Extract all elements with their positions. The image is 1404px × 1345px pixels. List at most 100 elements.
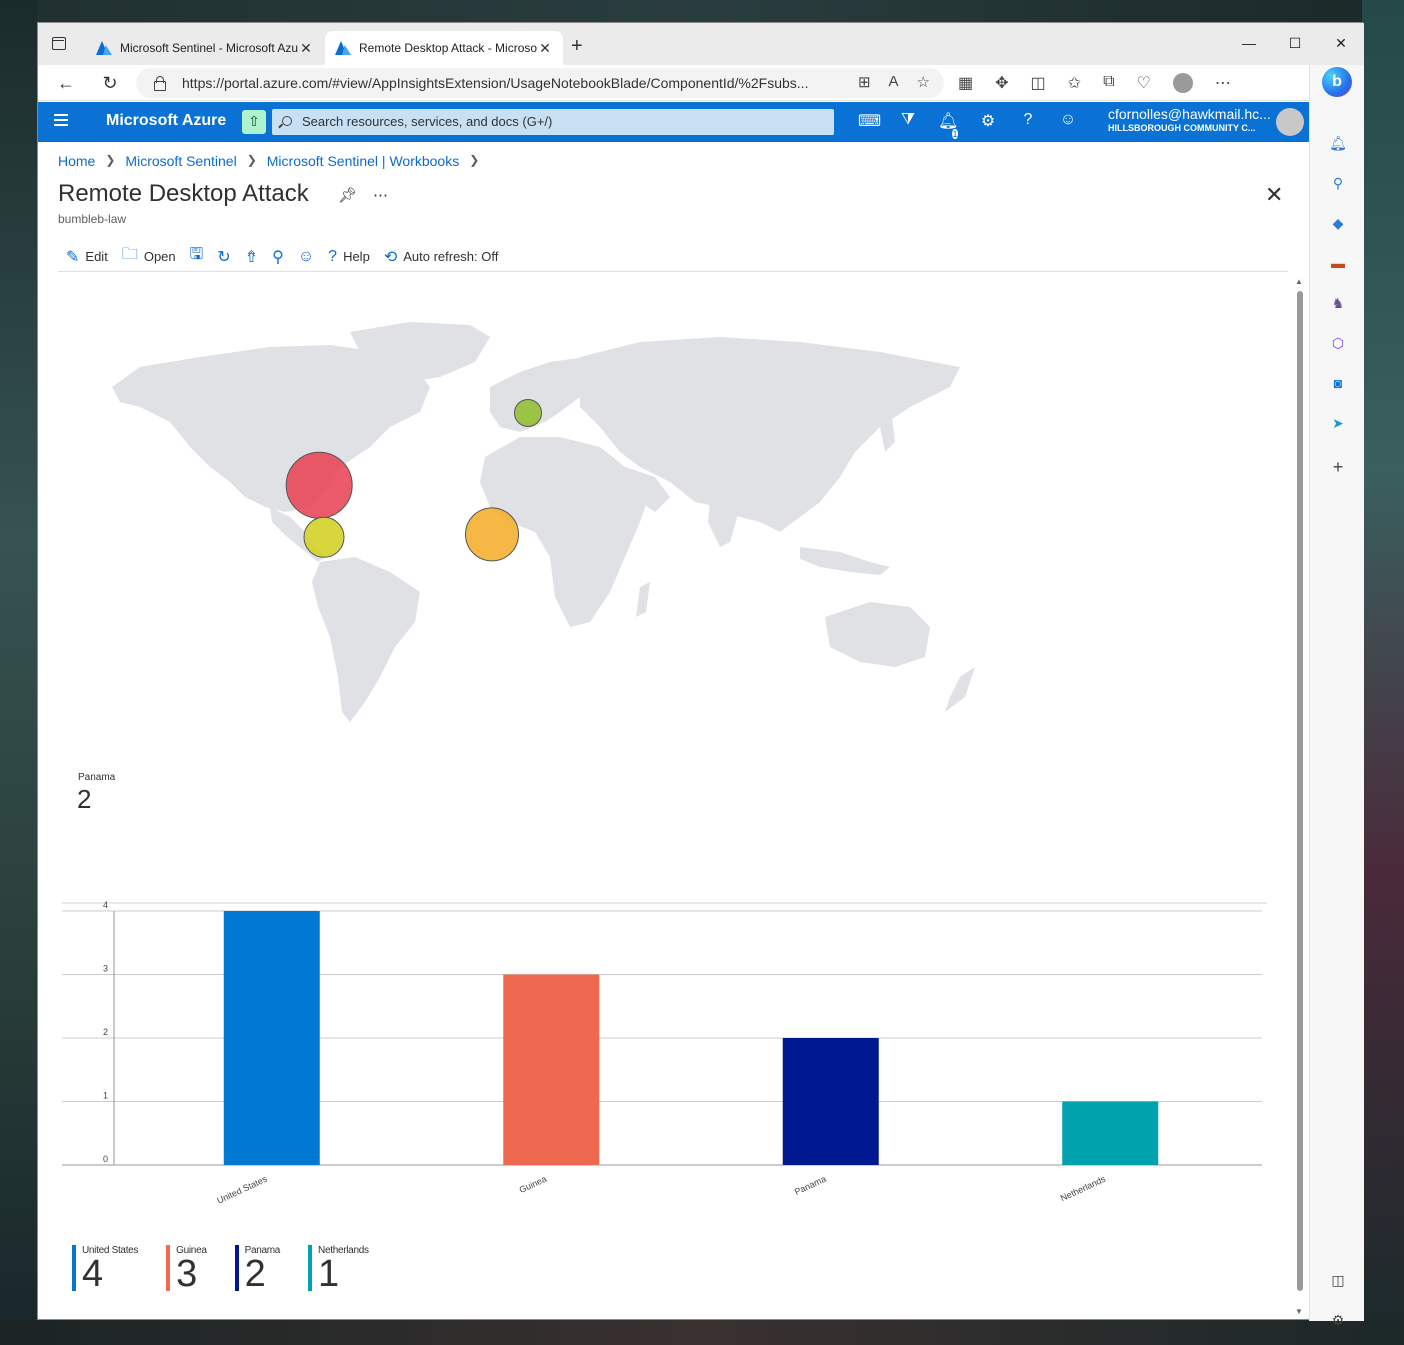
account-info[interactable]: cfornolles@hawkmail.hc... HILLSBOROUGH C…: [1108, 106, 1271, 133]
scroll-up-icon[interactable]: ▲: [1295, 277, 1303, 286]
share-button[interactable]: ⇮: [245, 247, 258, 267]
azure-logo-icon: [96, 41, 112, 55]
favorite-star-icon[interactable]: ☆: [917, 73, 930, 91]
pin-icon[interactable]: 📌︎: [338, 186, 357, 204]
close-tab-icon[interactable]: ✕: [298, 40, 314, 57]
pin-button[interactable]: ⚲: [272, 247, 284, 267]
open-button[interactable]: 🗀 Open: [122, 243, 176, 270]
breadcrumb-sentinel[interactable]: Microsoft Sentinel: [125, 153, 236, 169]
map-bubble-guinea[interactable]: [465, 507, 519, 562]
desktop-wallpaper-top: [0, 0, 1404, 22]
search-icon[interactable]: ⚲: [1328, 173, 1348, 193]
help-label: Help: [343, 249, 370, 264]
map-bubble-netherlands[interactable]: [514, 398, 542, 427]
auto-refresh-button[interactable]: ⟲ Auto refresh: Off: [384, 247, 499, 267]
outlook-icon[interactable]: ◙: [1328, 373, 1348, 393]
games-icon[interactable]: ♞: [1328, 293, 1348, 313]
split-screen-icon[interactable]: ◫: [1031, 73, 1046, 93]
more-options-icon[interactable]: ⋯: [373, 186, 388, 204]
browser-toolbar: ▦ ✥ ◫ ✩ ⧉ ♡ ⋯: [958, 73, 1231, 93]
refresh-button[interactable]: ↻: [217, 247, 230, 267]
bar-guinea[interactable]: [503, 974, 600, 1166]
y-tick-label: 2: [103, 1027, 108, 1037]
desktop-wallpaper-left: [0, 0, 37, 1345]
azure-top-bar: Microsoft Azure ⇧ Search resources, serv…: [38, 102, 1309, 142]
more-menu-icon[interactable]: ⋯: [1215, 73, 1231, 93]
map-bubble-united-states[interactable]: [285, 451, 353, 519]
world-map: [112, 322, 975, 722]
open-label: Open: [143, 249, 176, 264]
tab-remote-desktop-attack[interactable]: Remote Desktop Attack - Microsoft Azure …: [325, 31, 563, 65]
bar-panama[interactable]: [782, 1038, 879, 1165]
save-button[interactable]: 🖫: [190, 243, 204, 270]
shopping-tag-icon[interactable]: ◆: [1328, 213, 1348, 233]
chart-x-labels: United States Guinea Panama Netherlands: [215, 1174, 1107, 1206]
breadcrumb-home[interactable]: Home: [58, 153, 95, 169]
sidebar-settings-icon[interactable]: ⚙: [1328, 1310, 1348, 1330]
bar-united-states[interactable]: [223, 911, 320, 1165]
add-sidebar-app-icon[interactable]: +: [1328, 457, 1348, 477]
hide-sidebar-icon[interactable]: ◫: [1328, 1270, 1348, 1290]
new-tab-icon[interactable]: +: [571, 35, 583, 58]
portal-menu-icon[interactable]: [54, 114, 68, 126]
feedback-button[interactable]: ☺: [298, 248, 314, 266]
refresh-icon[interactable]: ↻: [98, 71, 122, 95]
url-text: https://portal.azure.com/#view/AppInsigh…: [182, 75, 809, 91]
legend-item-guinea[interactable]: Guinea 3: [166, 1245, 207, 1293]
legend-item-panama[interactable]: Panama 2: [234, 1245, 280, 1295]
send-icon[interactable]: ➤: [1328, 413, 1348, 433]
maximize-icon[interactable]: ☐: [1272, 23, 1318, 63]
legend-value: 2: [244, 1253, 266, 1295]
back-icon[interactable]: ←: [54, 71, 78, 95]
extensions-puzzle-icon[interactable]: ✥: [995, 73, 1008, 93]
tab-title: Remote Desktop Attack - Microsoft Azure: [359, 41, 537, 55]
share-icon: ⇮: [244, 248, 259, 266]
bar-netherlands[interactable]: [1062, 1101, 1159, 1166]
tools-briefcase-icon[interactable]: ▬: [1328, 253, 1348, 273]
y-tick-label: 0: [103, 1154, 108, 1164]
x-tick-label: Guinea: [518, 1174, 549, 1195]
scroll-down-icon[interactable]: ▼: [1295, 1307, 1303, 1316]
avatar[interactable]: [1276, 108, 1304, 136]
breadcrumb-workbooks[interactable]: Microsoft Sentinel | Workbooks: [267, 153, 459, 169]
minimize-icon[interactable]: —: [1226, 23, 1272, 63]
browser-essentials-icon[interactable]: ♡: [1137, 73, 1151, 93]
notification-bell-icon[interactable]: 🔔︎: [1328, 133, 1348, 153]
legend-item-united-states[interactable]: United States 4: [72, 1245, 138, 1293]
read-aloud-icon[interactable]: A: [889, 73, 899, 91]
favorites-icon[interactable]: ✩: [1068, 73, 1081, 93]
upgrade-icon[interactable]: ⇧: [242, 110, 266, 134]
chevron-right-icon: ❯: [246, 153, 257, 167]
vertical-scrollbar[interactable]: ▲ ▼: [1294, 277, 1304, 1317]
bing-copilot-icon[interactable]: b: [1322, 67, 1352, 97]
microsoft-365-icon[interactable]: ⬡: [1328, 333, 1348, 353]
edit-label: Edit: [85, 249, 108, 264]
azure-brand[interactable]: Microsoft Azure: [106, 112, 226, 130]
history-icon: ⟲: [383, 248, 398, 266]
refresh-icon: ↻: [217, 248, 231, 266]
app-available-icon[interactable]: ⊞: [858, 73, 871, 91]
y-tick-label: 1: [103, 1091, 108, 1101]
chevron-right-icon: ❯: [105, 153, 116, 167]
extension-icon[interactable]: ▦: [958, 73, 973, 93]
edit-button[interactable]: ✎ Edit: [66, 247, 108, 267]
search-placeholder: Search resources, services, and docs (G+…: [302, 114, 553, 129]
chart-legend: United States 4 Guinea 3 Panama 2 Nether…: [72, 1245, 369, 1295]
smiley-icon: ☺: [297, 247, 315, 265]
close-blade-icon[interactable]: ✕: [1265, 182, 1283, 208]
close-tab-icon[interactable]: ✕: [537, 40, 553, 57]
chevron-right-icon: ❯: [469, 153, 480, 167]
map-bubble-panama[interactable]: [303, 516, 345, 558]
collections-icon[interactable]: ⧉: [1103, 73, 1114, 93]
scroll-thumb[interactable]: [1297, 291, 1303, 1291]
url-tools: ⊞ A ☆: [858, 73, 930, 91]
close-window-icon[interactable]: ✕: [1318, 23, 1364, 63]
legend-item-netherlands[interactable]: Netherlands 1: [308, 1245, 369, 1293]
azure-search-input[interactable]: Search resources, services, and docs (G+…: [272, 109, 834, 135]
profile-avatar[interactable]: [1172, 73, 1193, 93]
tab-actions-icon[interactable]: [50, 35, 70, 55]
url-input[interactable]: https://portal.azure.com/#view/AppInsigh…: [136, 68, 944, 98]
browser-window: Microsoft Sentinel - Microsoft Azure ✕ R…: [37, 22, 1364, 1328]
tab-sentinel[interactable]: Microsoft Sentinel - Microsoft Azure ✕: [86, 31, 324, 65]
help-button[interactable]: ? Help: [328, 248, 370, 266]
